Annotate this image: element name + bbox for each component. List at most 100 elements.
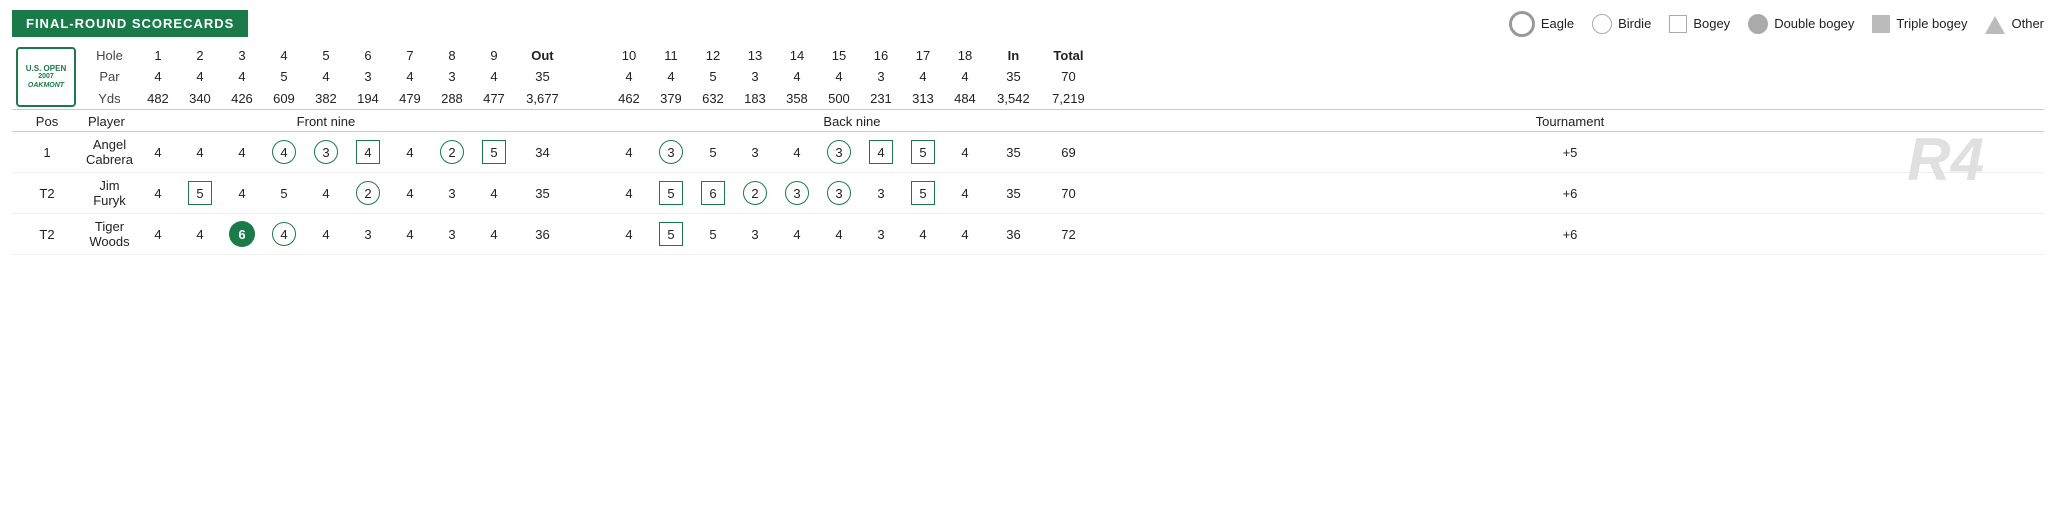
player-row-1: 1 Angel Cabrera 4 4 4 4 3 4 4 2 5 34 4	[12, 132, 2044, 173]
double-bogey-icon	[1748, 14, 1768, 34]
par-14: 4	[776, 66, 818, 87]
par-label-cell: Par	[82, 66, 137, 87]
eagle-icon	[1509, 11, 1535, 37]
p2-out: 35	[515, 173, 570, 214]
p3-tournament: +6	[1096, 214, 2044, 255]
front-nine-label: Front nine	[137, 110, 515, 132]
yds-out: 3,677	[515, 88, 570, 110]
par-6: 3	[347, 66, 389, 87]
p1-total: 69	[1041, 132, 1096, 173]
par-total: 70	[1041, 66, 1096, 87]
par-12: 5	[692, 66, 734, 87]
p3-h10: 4	[608, 214, 650, 255]
legend-double-bogey: Double bogey	[1748, 14, 1854, 34]
legend-birdie: Birdie	[1592, 14, 1651, 34]
p3-h14: 4	[776, 214, 818, 255]
p3-h1: 4	[137, 214, 179, 255]
yds-14: 358	[776, 88, 818, 110]
par-5: 4	[305, 66, 347, 87]
double-bogey-label: Double bogey	[1774, 16, 1854, 31]
logo-cell: U.S. OPEN 2007 OAKMONT	[12, 45, 82, 110]
yds-label-cell: Yds	[82, 88, 137, 110]
p3-h3: 6	[221, 214, 263, 255]
p1-h7: 4	[389, 132, 431, 173]
p2-h15: 3	[818, 173, 860, 214]
legend-eagle: Eagle	[1509, 11, 1574, 37]
par-out: 35	[515, 66, 570, 87]
player-2-pos: T2	[12, 173, 82, 214]
spacer-p1	[570, 132, 608, 173]
tournament-section-label: Tournament	[1096, 110, 2044, 132]
par-18: 4	[944, 66, 986, 87]
p3-h11: 5	[650, 214, 692, 255]
p1-h13: 3	[734, 132, 776, 173]
spacer-p2	[570, 173, 608, 214]
p2-h17: 5	[902, 173, 944, 214]
par-4: 5	[263, 66, 305, 87]
yds-2: 340	[179, 88, 221, 110]
spacer-3	[570, 88, 608, 110]
player-3-pos: T2	[12, 214, 82, 255]
hole-6: 6	[347, 45, 389, 66]
yds-12: 632	[692, 88, 734, 110]
p1-h3: 4	[221, 132, 263, 173]
yds-8: 288	[431, 88, 473, 110]
hole-8: 8	[431, 45, 473, 66]
yds-1: 482	[137, 88, 179, 110]
p3-h5: 4	[305, 214, 347, 255]
p3-h18: 4	[944, 214, 986, 255]
p2-h16: 3	[860, 173, 902, 214]
player-3-name: Tiger Woods	[82, 214, 137, 255]
bogey-icon	[1669, 15, 1687, 33]
p2-h8: 3	[431, 173, 473, 214]
p1-h14: 4	[776, 132, 818, 173]
p1-h9: 5	[473, 132, 515, 173]
triple-bogey-icon	[1872, 15, 1890, 33]
birdie-label: Birdie	[1618, 16, 1651, 31]
hole-3: 3	[221, 45, 263, 66]
p3-h12: 5	[692, 214, 734, 255]
hole-7: 7	[389, 45, 431, 66]
p2-h6: 2	[347, 173, 389, 214]
p1-h10: 4	[608, 132, 650, 173]
p1-h2: 4	[179, 132, 221, 173]
par-15: 4	[818, 66, 860, 87]
p1-h8: 2	[431, 132, 473, 173]
hole-11: 11	[650, 45, 692, 66]
hole-4: 4	[263, 45, 305, 66]
p2-h2: 5	[179, 173, 221, 214]
p2-h14: 3	[776, 173, 818, 214]
yds-total: 7,219	[1041, 88, 1096, 110]
yds-18: 484	[944, 88, 986, 110]
par-8: 3	[431, 66, 473, 87]
par-7: 4	[389, 66, 431, 87]
p3-h13: 3	[734, 214, 776, 255]
p2-h4: 5	[263, 173, 305, 214]
p2-h12: 6	[692, 173, 734, 214]
player-row-3: T2 Tiger Woods 4 4 6 4 4 3 4 3 4 36 4	[12, 214, 2044, 255]
spacer-section2	[570, 110, 608, 132]
bogey-label: Bogey	[1693, 16, 1730, 31]
other-label: Other	[2011, 16, 2044, 31]
yds-4: 609	[263, 88, 305, 110]
section-labels-row: Pos Player Front nine Back nine Tourname…	[12, 110, 2044, 132]
par-13: 3	[734, 66, 776, 87]
yds-13: 183	[734, 88, 776, 110]
hole-9: 9	[473, 45, 515, 66]
legend-other: Other	[1985, 14, 2044, 34]
p3-h15: 4	[818, 214, 860, 255]
par-3: 4	[221, 66, 263, 87]
par-2: 4	[179, 66, 221, 87]
p2-h3: 4	[221, 173, 263, 214]
spacer-section	[515, 110, 570, 132]
hole-total: Total	[1041, 45, 1096, 66]
hole-1: 1	[137, 45, 179, 66]
p2-h9: 4	[473, 173, 515, 214]
hole-2: 2	[179, 45, 221, 66]
p1-out: 34	[515, 132, 570, 173]
yds-9: 477	[473, 88, 515, 110]
yds-11: 379	[650, 88, 692, 110]
other-icon	[1985, 14, 2005, 34]
par-9: 4	[473, 66, 515, 87]
p1-h18: 4	[944, 132, 986, 173]
